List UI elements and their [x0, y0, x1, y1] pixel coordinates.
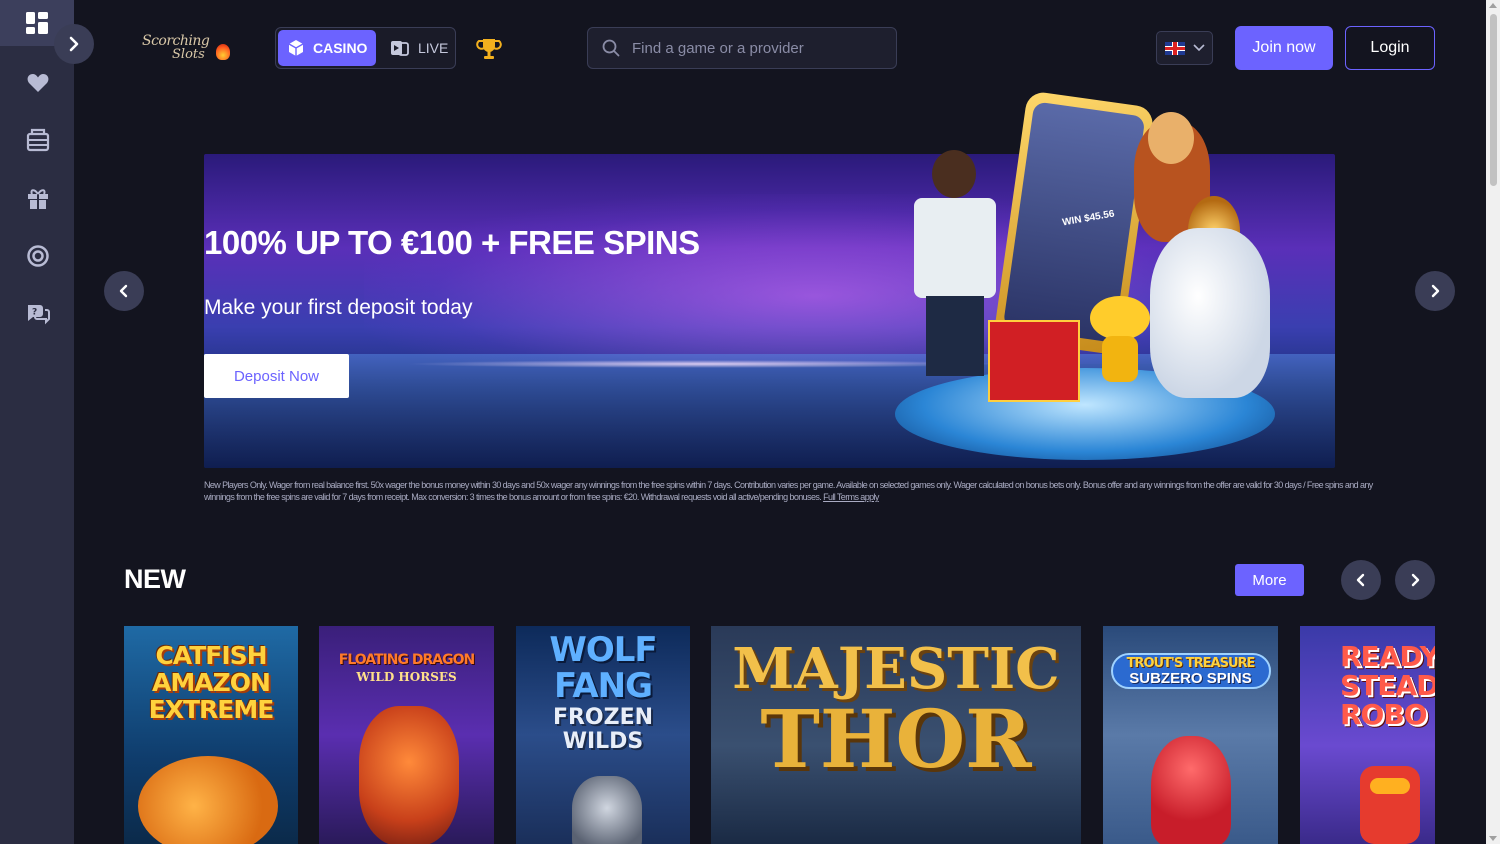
- dice-icon: [288, 40, 304, 56]
- chevron-left-icon: [1356, 573, 1365, 587]
- language-selector[interactable]: [1156, 31, 1213, 65]
- chevron-right-icon: [1431, 284, 1440, 298]
- chevron-left-icon: [119, 284, 128, 298]
- favourites-heart-icon[interactable]: [22, 67, 54, 99]
- scroll-up-icon[interactable]: [1489, 3, 1497, 8]
- logo-text-line2: Slots: [172, 47, 205, 62]
- chevron-right-icon: [1411, 573, 1420, 587]
- chevron-down-icon: [1193, 44, 1205, 52]
- search-placeholder: Find a game or a provider: [632, 39, 804, 57]
- scrollbar-thumb[interactable]: [1490, 14, 1497, 186]
- support-lifebuoy-icon[interactable]: [22, 240, 54, 272]
- game-title: WOLF FANG: [549, 630, 657, 706]
- login-button[interactable]: Login: [1345, 26, 1435, 70]
- join-now-button[interactable]: Join now: [1235, 26, 1333, 70]
- banner-subtitle: Make your first deposit today: [204, 296, 473, 319]
- sidebar: ?: [0, 0, 74, 844]
- game-title: CATFISH AMAZON EXTREME: [148, 641, 275, 724]
- game-tile[interactable]: MAJESTIC THOR: [711, 626, 1081, 844]
- chevron-right-icon: [69, 36, 79, 52]
- page-scrollbar[interactable]: [1486, 0, 1500, 844]
- scroll-down-icon[interactable]: [1489, 836, 1497, 841]
- full-terms-link[interactable]: Full Terms apply: [823, 492, 879, 502]
- banner-scientist-art: [910, 150, 1000, 380]
- search-input[interactable]: Find a game or a provider: [587, 27, 897, 69]
- game-title: READY STEADY ROBO: [1340, 640, 1435, 731]
- product-switch: CASINO LIVE: [275, 27, 456, 69]
- casino-slot-icon[interactable]: [22, 124, 54, 156]
- svg-text:?: ?: [32, 308, 37, 318]
- promotions-gift-icon[interactable]: [22, 182, 54, 214]
- flame-icon: [216, 44, 230, 60]
- games-next-button[interactable]: [1395, 560, 1435, 600]
- game-tile[interactable]: TROUT'S TREASURE SUBZERO SPINS: [1103, 626, 1278, 844]
- tab-live-label: LIVE: [418, 40, 449, 56]
- help-chat-icon[interactable]: ?: [22, 298, 54, 330]
- game-subtitle: SUBZERO SPINS: [1129, 670, 1252, 687]
- sidebar-expand-button[interactable]: [54, 24, 94, 64]
- banner-next-button[interactable]: [1415, 271, 1455, 311]
- live-cards-icon: [391, 41, 409, 56]
- game-subtitle: WILD HORSES: [356, 670, 457, 684]
- game-subtitle: THOR: [760, 692, 1032, 786]
- bonus-terms-text: New Players Only. Wager from real balanc…: [204, 480, 1373, 502]
- banner-title: 100% UP TO €100 + FREE SPINS: [204, 224, 700, 261]
- tab-live[interactable]: LIVE: [384, 30, 454, 66]
- banner-wolf-art: [1150, 228, 1270, 398]
- tab-casino[interactable]: CASINO: [278, 30, 376, 66]
- game-tile[interactable]: CATFISH AMAZON EXTREME: [124, 626, 298, 844]
- games-prev-button[interactable]: [1341, 560, 1381, 600]
- deposit-now-button[interactable]: Deposit Now: [204, 354, 349, 398]
- game-subtitle: FROZEN WILDS: [552, 705, 654, 754]
- section-title-new: NEW: [124, 564, 186, 594]
- site-logo[interactable]: Scorching Slots: [140, 30, 232, 66]
- banner-robot-art: [1090, 296, 1150, 386]
- game-tile[interactable]: FLOATING DRAGON WILD HORSES: [319, 626, 494, 844]
- banner-gift-art: [988, 320, 1080, 402]
- search-icon: [602, 39, 620, 57]
- game-tile[interactable]: WOLF FANG FROZEN WILDS: [516, 626, 690, 844]
- bonus-terms: New Players Only. Wager from real balanc…: [204, 479, 1374, 503]
- tournaments-trophy-icon[interactable]: [476, 36, 502, 62]
- banner-prev-button[interactable]: [104, 271, 144, 311]
- game-tile[interactable]: READY STEADY ROBO: [1300, 626, 1435, 844]
- tab-casino-label: CASINO: [313, 40, 368, 56]
- game-title: FLOATING DRAGON: [338, 652, 475, 668]
- more-button[interactable]: More: [1235, 564, 1304, 596]
- game-title: MAJESTIC: [732, 636, 1060, 702]
- uk-flag-icon: [1165, 41, 1185, 55]
- game-title: TROUT'S TREASURE: [1126, 656, 1256, 671]
